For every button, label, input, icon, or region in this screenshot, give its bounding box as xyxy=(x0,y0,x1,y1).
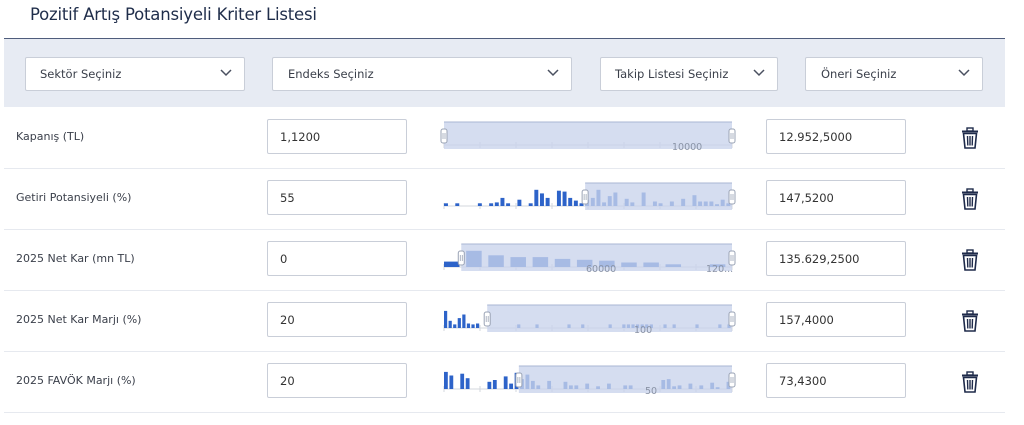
histogram-bar xyxy=(509,383,514,389)
criteria-row: Kapanış (TL) 1,1200 10000 12.952,5000 xyxy=(4,107,1005,169)
slider-handle[interactable] xyxy=(457,250,465,266)
sector-select[interactable]: Sektör Seçiniz xyxy=(25,57,245,91)
histogram-bar xyxy=(444,261,460,267)
histogram-bar xyxy=(562,191,567,206)
slider-tick-label: 100 xyxy=(634,325,652,336)
min-value-input[interactable]: 55 xyxy=(267,180,407,215)
page-title: Pozitif Artış Potansiyeli Kriter Listesi xyxy=(30,5,317,24)
histogram-bar xyxy=(476,323,480,328)
histogram-bar xyxy=(492,380,497,389)
criteria-row: 2025 Net Kar Marjı (%) 20 100 157,4000 xyxy=(4,290,1005,352)
histogram-bar xyxy=(568,197,573,206)
range-slider[interactable]: 10000 xyxy=(440,119,736,155)
max-value-input[interactable]: 157,4000 xyxy=(766,302,906,337)
histogram-bar xyxy=(471,324,475,328)
slider-handle[interactable] xyxy=(581,189,589,205)
histogram-bar xyxy=(540,193,544,206)
histogram-bar xyxy=(444,203,448,206)
histogram-bar xyxy=(457,318,461,328)
slider-handle[interactable] xyxy=(728,372,736,388)
slider-tick-label: 50 xyxy=(645,386,657,397)
index-select[interactable]: Endeks Seçiniz xyxy=(272,57,572,91)
min-value-input[interactable]: 0 xyxy=(267,241,407,276)
histogram-bar xyxy=(506,203,511,206)
histogram-bar xyxy=(444,310,448,328)
slider-handle[interactable] xyxy=(728,128,736,144)
histogram-bar xyxy=(465,378,470,389)
criteria-label: Kapanış (TL) xyxy=(16,130,85,143)
range-slider[interactable] xyxy=(440,180,736,216)
chevron-down-icon xyxy=(220,69,232,77)
criteria-label: 2025 FAVÖK Marjı (%) xyxy=(16,374,136,387)
histogram-bar xyxy=(449,375,454,389)
histogram-bar xyxy=(477,203,482,206)
trash-icon[interactable] xyxy=(959,249,981,271)
histogram-bar xyxy=(460,373,465,389)
slider-handle[interactable] xyxy=(728,311,736,327)
chevron-down-icon xyxy=(958,69,970,77)
histogram-bar xyxy=(517,199,522,206)
max-value-input[interactable]: 12.952,5000 xyxy=(766,119,906,154)
trash-icon[interactable] xyxy=(959,310,981,332)
histogram-bar xyxy=(462,314,466,328)
recommendation-select-label: Öneri Seçiniz xyxy=(821,67,897,81)
min-value-input[interactable]: 20 xyxy=(267,302,407,337)
trash-icon[interactable] xyxy=(959,127,981,149)
chevron-down-icon xyxy=(547,69,559,77)
min-value-input[interactable]: 20 xyxy=(267,363,407,398)
histogram-bar xyxy=(528,203,533,206)
slider-tick-label: 120... xyxy=(706,264,733,275)
min-value-input[interactable]: 1,1200 xyxy=(267,119,407,154)
trash-icon[interactable] xyxy=(959,188,981,210)
range-slider[interactable]: 60000 120... xyxy=(440,241,736,277)
histogram-bar xyxy=(466,323,471,328)
criteria-label: Getiri Potansiyeli (%) xyxy=(16,191,132,204)
histogram-bar xyxy=(545,197,550,206)
slider-handle[interactable] xyxy=(515,372,523,388)
slider-selected-range xyxy=(487,305,732,332)
slider-handle[interactable] xyxy=(728,189,736,205)
histogram-bar xyxy=(534,189,539,206)
slider-handle[interactable] xyxy=(728,250,736,266)
histogram-bar xyxy=(448,320,452,328)
slider-tick-label: 60000 xyxy=(586,264,616,275)
watchlist-select[interactable]: Takip Listesi Seçiniz xyxy=(600,57,778,91)
criteria-row: Getiri Potansiyeli (%) 55 147,5200 xyxy=(4,168,1005,230)
filter-bar: Sektör Seçiniz Endeks Seçiniz Takip List… xyxy=(4,38,1005,107)
histogram-bar xyxy=(489,203,494,206)
criteria-row: 2025 Net Kar (mn TL) 0 60000 120... 135.629,… xyxy=(4,229,1005,291)
sector-select-label: Sektör Seçiniz xyxy=(40,67,122,81)
max-value-input[interactable]: 73,4300 xyxy=(766,363,906,398)
range-slider[interactable]: 100 xyxy=(440,302,736,338)
chevron-down-icon xyxy=(753,69,765,77)
criteria-label: 2025 Net Kar Marjı (%) xyxy=(16,313,142,326)
index-select-label: Endeks Seçiniz xyxy=(288,67,374,81)
watchlist-select-label: Takip Listesi Seçiniz xyxy=(615,67,729,81)
range-slider[interactable]: 50 xyxy=(440,363,736,399)
criteria-row: 2025 FAVÖK Marjı (%) 20 50 73,4300 xyxy=(4,351,1005,413)
max-value-input[interactable]: 147,5200 xyxy=(766,180,906,215)
histogram-bar xyxy=(453,324,457,328)
histogram-bar xyxy=(487,381,492,389)
histogram-bar xyxy=(573,200,578,206)
histogram-bar xyxy=(556,190,561,206)
slider-handle[interactable] xyxy=(483,311,491,327)
histogram-bar xyxy=(500,197,505,206)
slider-tick-label: 10000 xyxy=(672,142,702,153)
histogram-bar xyxy=(455,203,460,206)
slider-selected-range xyxy=(585,183,732,210)
criteria-label: 2025 Net Kar (mn TL) xyxy=(16,252,135,265)
max-value-input[interactable]: 135.629,2500 xyxy=(766,241,906,276)
slider-handle[interactable] xyxy=(440,128,448,144)
trash-icon[interactable] xyxy=(959,371,981,393)
recommendation-select[interactable]: Öneri Seçiniz xyxy=(805,57,983,91)
histogram-bar xyxy=(444,371,448,389)
histogram-bar xyxy=(494,202,499,206)
histogram-bar xyxy=(503,376,508,389)
slider-selected-range xyxy=(518,366,732,393)
